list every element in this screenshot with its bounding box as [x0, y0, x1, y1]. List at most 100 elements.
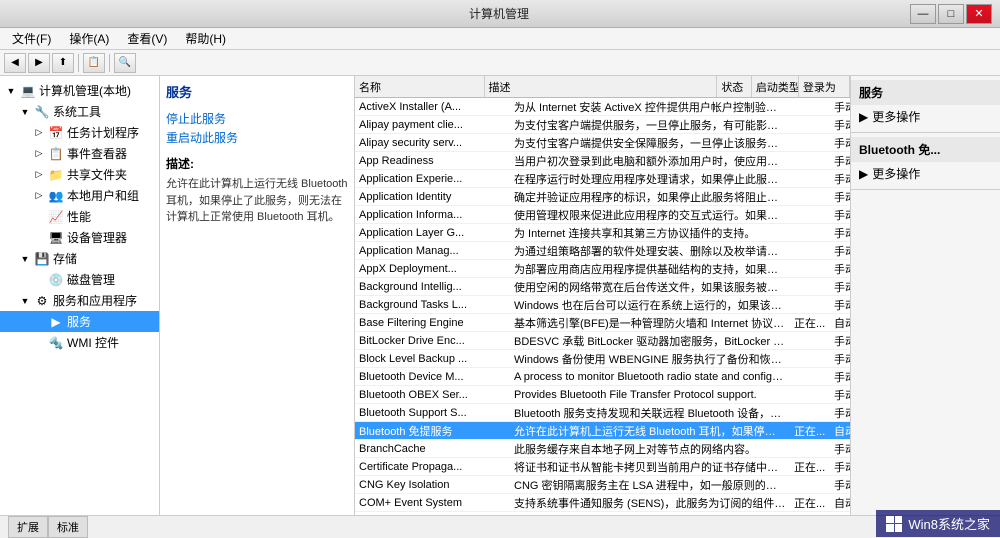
service-row[interactable]: BranchCache此服务缓存来自本地子网上对等节点的网络内容。手动网络服务: [355, 440, 850, 458]
service-cell: 手动: [830, 387, 850, 403]
service-row[interactable]: ActiveX Installer (A...为从 Internet 安装 Ac…: [355, 98, 850, 116]
service-row[interactable]: Alipay security serv...为支付宝客户端提供安全保障服务，一…: [355, 134, 850, 152]
col-desc[interactable]: 描述: [485, 76, 718, 97]
restart-service-link[interactable]: 重启动此服务: [166, 128, 348, 147]
sidebar-item-services[interactable]: ▶ 服务: [0, 311, 159, 332]
sidebar-item-device-manager[interactable]: 🖥 设备管理器: [0, 227, 159, 248]
service-row[interactable]: AppX Deployment...为部署应用商店应用程序提供基础结构的支持，如…: [355, 260, 850, 278]
stop-service-link[interactable]: 停止此服务: [166, 109, 348, 128]
service-row[interactable]: Certificate Propaga...将证书和证书从智能卡拷贝到当前用户的…: [355, 458, 850, 476]
service-row[interactable]: CNG Key IsolationCNG 密钥隔离服务主在 LSA 进程中，如一…: [355, 476, 850, 494]
sidebar-item-shared-folders[interactable]: ▷ 📁 共享文件夹: [0, 164, 159, 185]
sidebar-item-event-viewer[interactable]: ▷ 📋 事件查看器: [0, 143, 159, 164]
service-cell: 手动: [830, 153, 850, 169]
service-row[interactable]: COM+ System Appl...管理基于 COM 对象服务模型 (COM+…: [355, 512, 850, 515]
back-button[interactable]: ◀: [4, 53, 26, 73]
expander-icon: [32, 231, 46, 245]
service-row[interactable]: Application Layer G...为 Internet 连接共享和其第…: [355, 224, 850, 242]
service-cell: 为支付宝客户端提供安全保障服务，一旦停止该服务，有可能影响支付宝的安全性能与安全…: [510, 135, 790, 151]
up-button[interactable]: ⬆: [52, 53, 74, 73]
menu-view[interactable]: 查看(V): [119, 28, 175, 49]
service-cell: Application Experie...: [355, 173, 510, 185]
service-cell: 为通过组策略部署的软件处理安装、删除以及枚举请求，如果该服务被禁用，则用户不将不…: [510, 243, 790, 259]
sidebar-item-task-scheduler[interactable]: ▷ 📅 任务计划程序: [0, 122, 159, 143]
service-row[interactable]: Block Level Backup ...Windows 备份使用 WBENG…: [355, 350, 850, 368]
service-row[interactable]: Application Manag...为通过组策略部署的软件处理安装、删除以及…: [355, 242, 850, 260]
col-startup[interactable]: 启动类型: [752, 76, 799, 97]
sidebar-item-computer[interactable]: ▼ 💻 计算机管理(本地): [0, 80, 159, 101]
minimize-button[interactable]: —: [910, 4, 936, 24]
service-cell: 手动: [830, 189, 850, 205]
sidebar-label: 磁盘管理: [67, 271, 115, 288]
detail-desc-label: 描述:: [166, 155, 348, 172]
action-more-bluetooth[interactable]: ▶ 更多操作: [851, 162, 1000, 185]
service-row[interactable]: Background Intellig...使用空闲的网络带宽在后台传送文件，如…: [355, 278, 850, 296]
col-login[interactable]: 登录为: [799, 76, 850, 97]
sidebar-label: 性能: [67, 208, 91, 225]
service-row[interactable]: Bluetooth OBEX Ser...Provides Bluetooth …: [355, 386, 850, 404]
sidebar-item-performance[interactable]: 📈 性能: [0, 206, 159, 227]
sidebar-label: 事件查看器: [67, 145, 127, 162]
actions-pane: 服务 ▶ 更多操作 Bluetooth 免... ▶ 更多操作: [850, 76, 1000, 515]
service-cell: Bluetooth Support S...: [355, 407, 510, 419]
service-row[interactable]: App Readiness当用户初次登录到此电脑和额外添加用户时，使应用程序人员…: [355, 152, 850, 170]
service-list-body[interactable]: ActiveX Installer (A...为从 Internet 安装 Ac…: [355, 98, 850, 515]
service-cell: Windows 也在后台可以运行在系统上运行的，如果该服务被禁用，Windows…: [510, 297, 790, 313]
menu-bar: 文件(F) 操作(A) 查看(V) 帮助(H): [0, 28, 1000, 50]
service-row[interactable]: Bluetooth Support S...Bluetooth 服务支持发现和关…: [355, 404, 850, 422]
detail-title: 服务: [166, 82, 348, 101]
forward-button[interactable]: ▶: [28, 53, 50, 73]
sidebar-item-disk[interactable]: 💿 磁盘管理: [0, 269, 159, 290]
win8-cell-3: [886, 524, 894, 532]
menu-action[interactable]: 操作(A): [61, 28, 117, 49]
action-more-services[interactable]: ▶ 更多操作: [851, 105, 1000, 128]
col-name[interactable]: 名称: [355, 76, 485, 97]
status-bar: 扩展 标准: [0, 515, 1000, 537]
service-cell: 当用户初次登录到此电脑和额外添加用户时，使应用程序人员准备好被用户使用。: [510, 153, 790, 169]
expander-icon: ▼: [4, 84, 18, 98]
sidebar-item-system[interactable]: ▼ 🔧 系统工具: [0, 101, 159, 122]
service-row[interactable]: Alipay payment clie...为支付宝客户端提供服务，一旦停止服务…: [355, 116, 850, 134]
col-status[interactable]: 状态: [717, 76, 752, 97]
service-row[interactable]: COM+ Event System支持系统事件通知服务 (SENS)，此服务为订…: [355, 494, 850, 512]
sidebar-item-local-users[interactable]: ▷ 👥 本地用户和组: [0, 185, 159, 206]
tab-standard[interactable]: 标准: [48, 516, 88, 538]
sidebar-item-wmi[interactable]: 🔩 WMI 控件: [0, 332, 159, 353]
search-button[interactable]: 🔍: [114, 53, 136, 73]
service-row[interactable]: Application Informa...使用管理权限来促进此应用程序的交互式…: [355, 206, 850, 224]
service-row[interactable]: Application Experie...在程序运行时处理应用程序处理请求，如…: [355, 170, 850, 188]
sidebar-label: 服务: [67, 313, 91, 330]
detail-description: 允许在此计算机上运行无线 Bluetooth 耳机，如果停止了此服务，则无法在计…: [166, 176, 348, 226]
service-cell: 正在...: [790, 459, 830, 475]
maximize-button[interactable]: □: [938, 4, 964, 24]
service-cell: Bluetooth Device M...: [355, 371, 510, 383]
device-icon: 🖥: [48, 230, 64, 246]
sidebar-item-storage[interactable]: ▼ 💾 存储: [0, 248, 159, 269]
sidebar-label: 系统工具: [53, 103, 101, 120]
tab-extended[interactable]: 扩展: [8, 516, 48, 538]
service-row[interactable]: Base Filtering Engine基本筛选引擎(BFE)是一种管理防火墙…: [355, 314, 850, 332]
service-cell: A process to monitor Bluetooth radio sta…: [510, 371, 790, 383]
arrow-right-icon2: ▶: [859, 167, 868, 181]
service-cell: 手动: [830, 513, 850, 516]
close-button[interactable]: ✕: [966, 4, 992, 24]
actions-section-title-bluetooth: Bluetooth 免...: [851, 137, 1000, 162]
service-row[interactable]: Bluetooth 免提服务允许在此计算机上运行无线 Bluetooth 耳机，…: [355, 422, 850, 440]
show-hide-button[interactable]: 📋: [83, 53, 105, 73]
service-row[interactable]: BitLocker Drive Enc...BDESVC 承载 BitLocke…: [355, 332, 850, 350]
service-row[interactable]: Application Identity确定并验证应用程序的标识，如果停止此服务…: [355, 188, 850, 206]
service-cell: 手动: [830, 297, 850, 313]
service-row[interactable]: Background Tasks L...Windows 也在后台可以运行在系统…: [355, 296, 850, 314]
menu-help[interactable]: 帮助(H): [177, 28, 234, 49]
service-cell: Block Level Backup ...: [355, 353, 510, 365]
sidebar-item-services-apps[interactable]: ▼ ⚙ 服务和应用程序: [0, 290, 159, 311]
service-cell: 手动: [830, 369, 850, 385]
service-cell: 使用管理权限来促进此应用程序的交互式运行。如果停止此服务，用户将无法使用辅助管理…: [510, 207, 790, 223]
expander-icon: ▼: [18, 105, 32, 119]
service-cell: Base Filtering Engine: [355, 317, 510, 329]
service-row[interactable]: Bluetooth Device M...A process to monito…: [355, 368, 850, 386]
service-cell: Application Manag...: [355, 245, 510, 257]
actions-section-title-services: 服务: [851, 80, 1000, 105]
menu-file[interactable]: 文件(F): [4, 28, 59, 49]
arrow-right-icon: ▶: [859, 110, 868, 124]
